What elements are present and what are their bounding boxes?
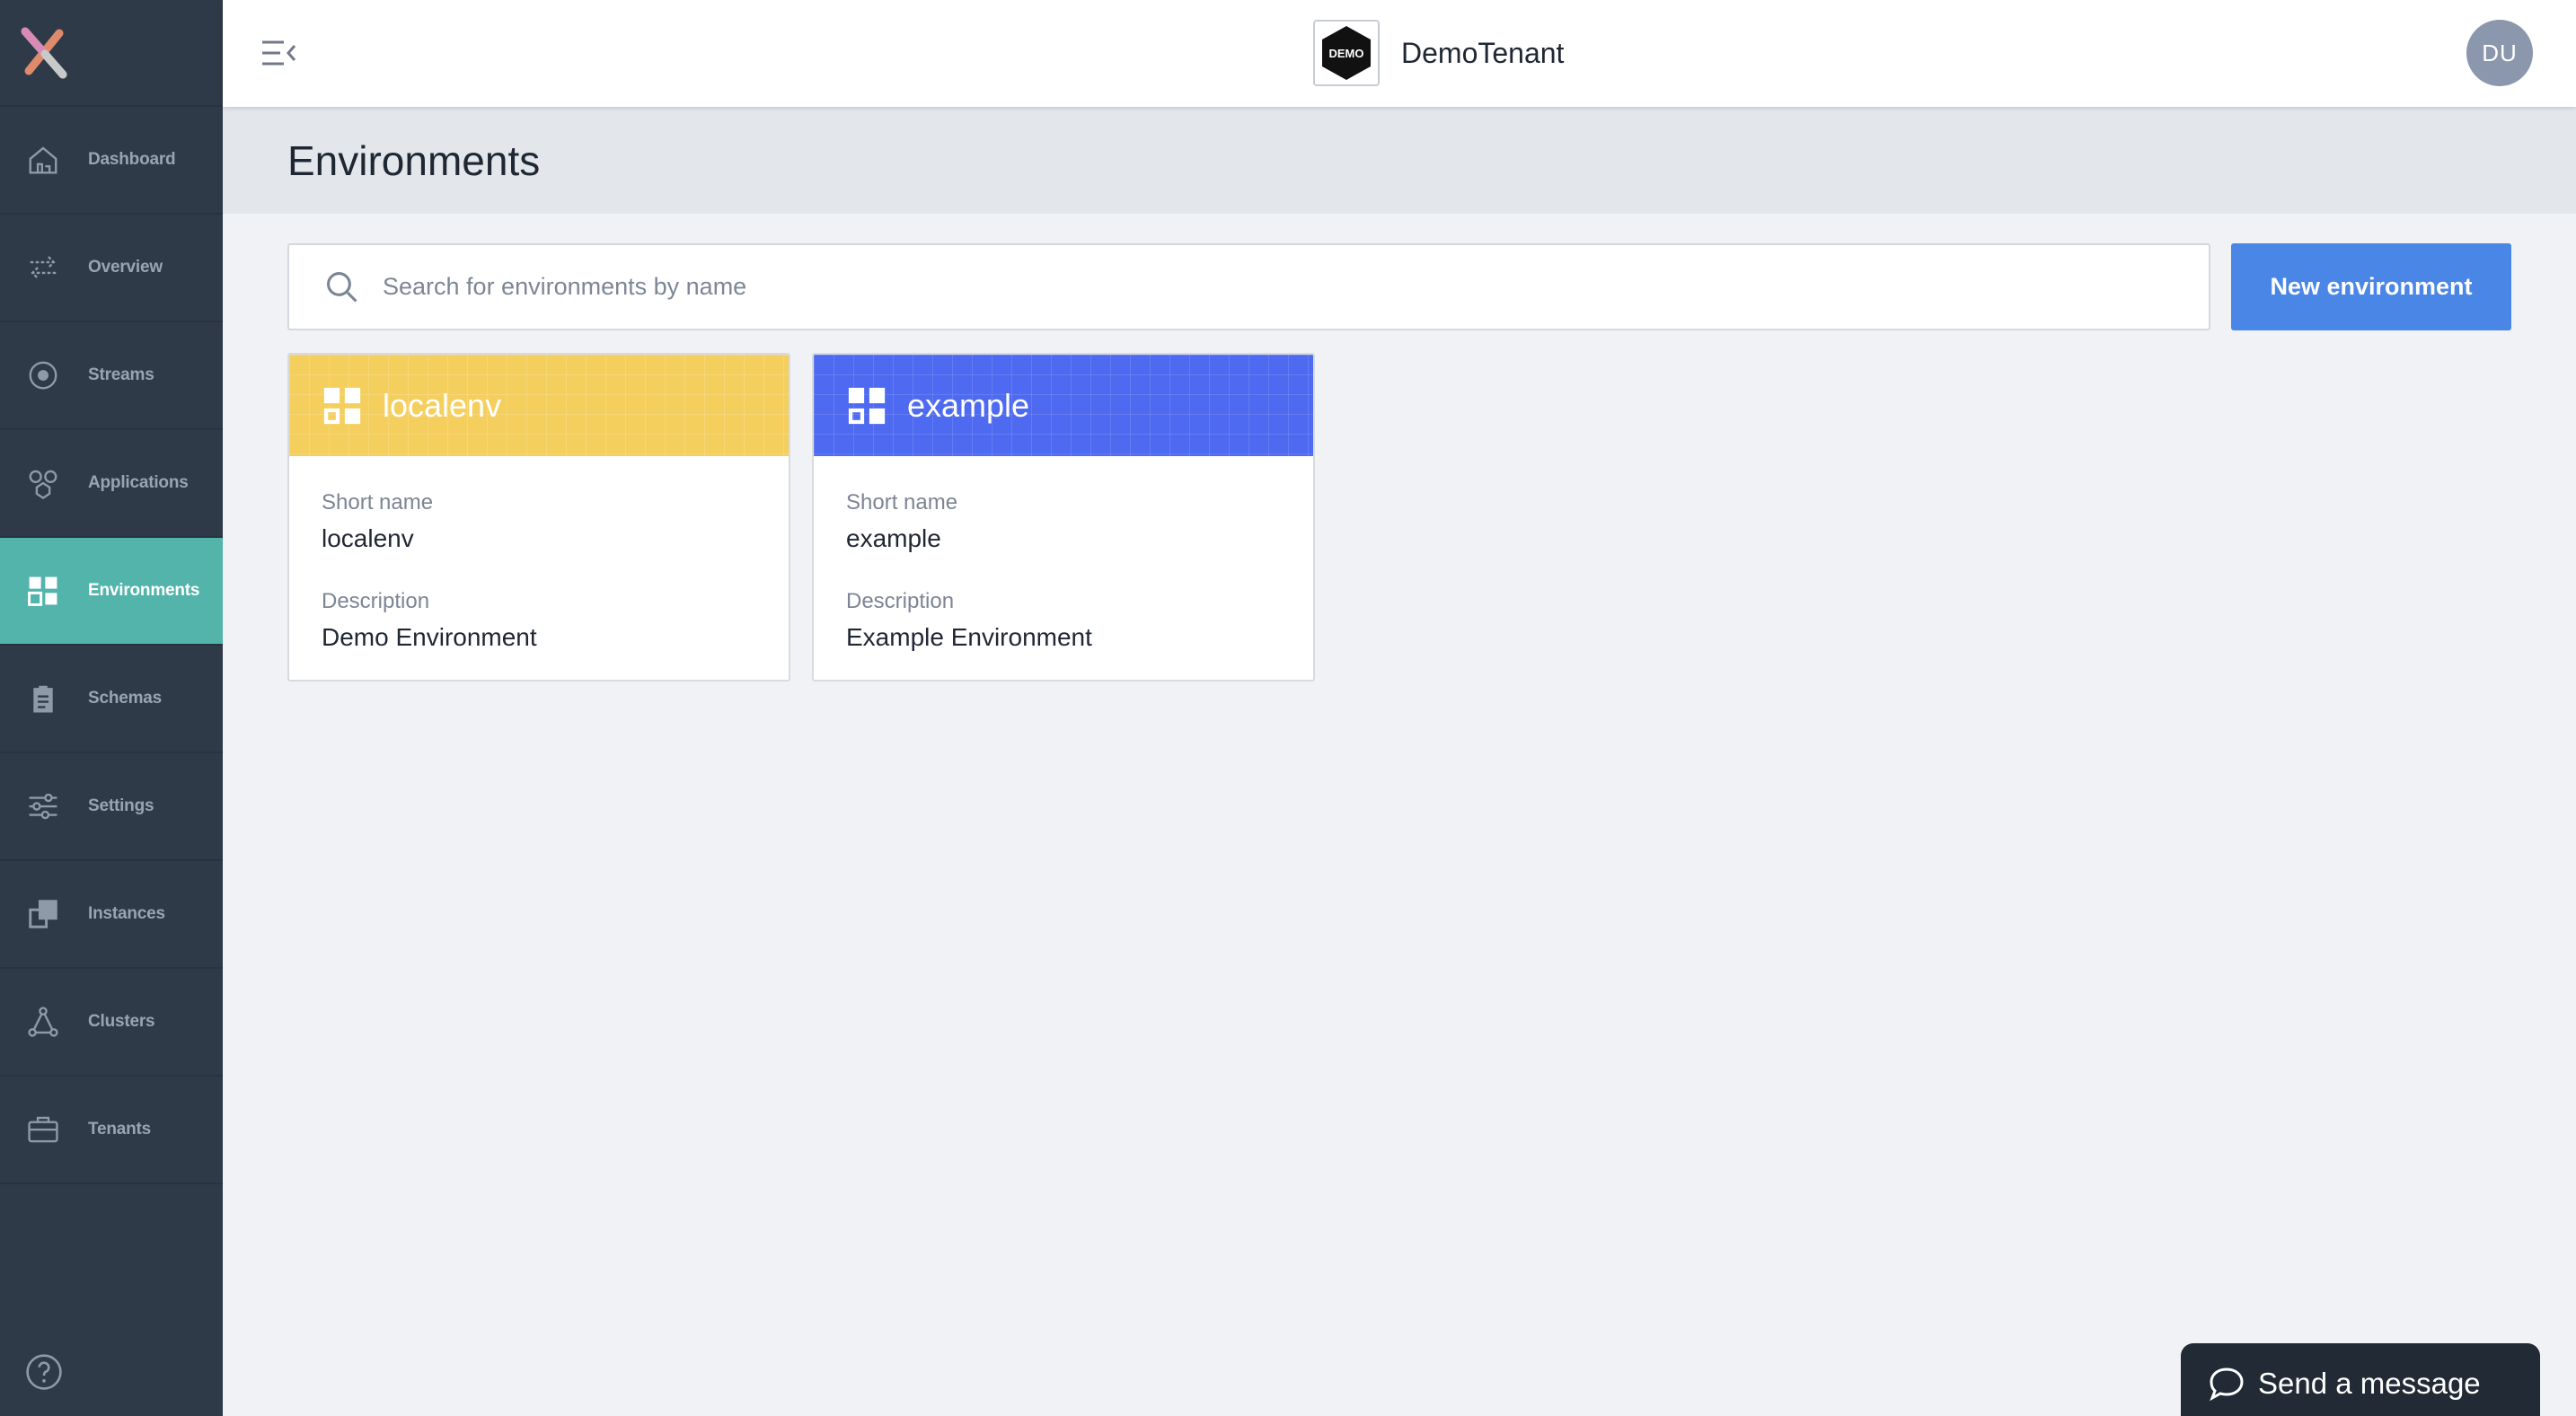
home-icon: [25, 142, 61, 178]
sliders-icon: [25, 788, 61, 824]
card-body: Short name localenv Description Demo Env…: [289, 456, 789, 652]
description-value: Demo Environment: [322, 623, 537, 651]
search-input[interactable]: [383, 273, 2209, 301]
card-header: localenv: [289, 355, 789, 456]
sidebar-item-label: Clusters: [88, 1012, 155, 1031]
sidebar-item-label: Streams: [88, 365, 154, 384]
chat-label: Send a message: [2258, 1367, 2481, 1400]
tenant-name: DemoTenant: [1401, 36, 1565, 69]
stream-circle-icon: [25, 357, 61, 393]
chat-bubble-icon: [2210, 1368, 2244, 1402]
user-avatar[interactable]: DU: [2466, 20, 2533, 86]
new-environment-button[interactable]: New environment: [2231, 243, 2511, 330]
page-header: Environments: [223, 107, 2576, 214]
briefcase-icon: [25, 1112, 61, 1148]
sidebar-item-label: Dashboard: [88, 150, 176, 169]
sidebar-item-streams[interactable]: Streams: [0, 322, 223, 430]
sidebar-item-instances[interactable]: Instances: [0, 861, 223, 969]
page-title: Environments: [287, 136, 541, 184]
environment-card-example[interactable]: example Short name example Description E…: [812, 353, 1315, 682]
sidebar-item-label: Settings: [88, 796, 154, 815]
grid-icon: [848, 387, 886, 424]
sidebar-item-applications[interactable]: Applications: [0, 430, 223, 538]
hexagon-logo-icon: DEMO: [1322, 26, 1371, 80]
sidebar-nav: Dashboard Overview Streams Applications …: [0, 107, 223, 1184]
tenant-logo-text: DEMO: [1329, 47, 1364, 60]
sidebar-item-label: Applications: [88, 473, 189, 492]
sidebar-item-clusters[interactable]: Clusters: [0, 969, 223, 1077]
top-bar: DEMO DemoTenant DU: [223, 0, 2576, 107]
card-title: localenv: [383, 386, 502, 424]
tenant-switcher[interactable]: DEMO DemoTenant: [1313, 20, 1564, 86]
app-logo[interactable]: [0, 0, 223, 107]
sidebar-item-settings[interactable]: Settings: [0, 753, 223, 861]
search-box: [287, 243, 2210, 330]
arrows-exchange-icon: [25, 250, 61, 286]
sidebar-item-label: Overview: [88, 258, 163, 277]
sidebar: Dashboard Overview Streams Applications …: [0, 0, 223, 1416]
short-name-label: Short name: [846, 490, 958, 515]
applications-icon: [25, 465, 61, 501]
sidebar-item-label: Schemas: [88, 689, 163, 708]
sidebar-item-label: Tenants: [88, 1120, 152, 1139]
short-name-value: example: [846, 524, 941, 552]
logo-icon: [21, 27, 67, 78]
send-message-button[interactable]: Send a message: [2181, 1343, 2540, 1416]
sidebar-item-tenants[interactable]: Tenants: [0, 1077, 223, 1184]
help-icon[interactable]: [25, 1353, 63, 1391]
cluster-icon: [25, 1004, 61, 1040]
description-label: Description: [846, 589, 955, 613]
clipboard-icon: [25, 681, 61, 717]
grid-icon: [323, 387, 361, 424]
menu-collapse-icon[interactable]: [260, 38, 296, 68]
sidebar-item-schemas[interactable]: Schemas: [0, 646, 223, 753]
short-name-label: Short name: [322, 490, 434, 515]
tenant-logo: DEMO: [1313, 20, 1380, 86]
sidebar-item-dashboard[interactable]: Dashboard: [0, 107, 223, 215]
card-title: example: [907, 386, 1030, 424]
short-name-value: localenv: [322, 524, 414, 552]
search-icon: [327, 271, 357, 303]
card-body: Short name example Description Example E…: [814, 456, 1313, 652]
instances-icon: [25, 896, 61, 932]
environment-card-localenv[interactable]: localenv Short name localenv Description…: [287, 353, 790, 682]
grid-icon: [25, 573, 61, 609]
sidebar-item-overview[interactable]: Overview: [0, 215, 223, 322]
sidebar-item-label: Environments: [88, 581, 200, 600]
description-value: Example Environment: [846, 623, 1092, 651]
card-header: example: [814, 355, 1313, 456]
sidebar-item-label: Instances: [88, 904, 165, 923]
description-label: Description: [322, 589, 430, 613]
sidebar-item-environments[interactable]: Environments: [0, 538, 223, 646]
